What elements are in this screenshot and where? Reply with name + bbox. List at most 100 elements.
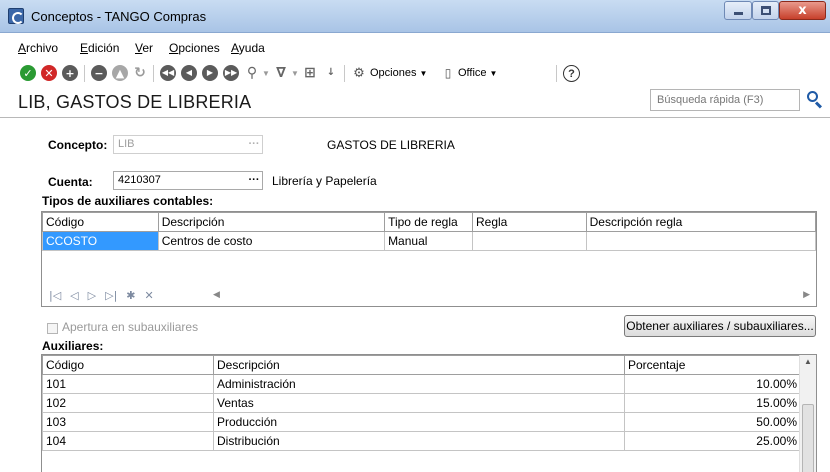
office-menu-button[interactable]: Office ▼ xyxy=(458,67,497,79)
table-cell[interactable]: Administración xyxy=(213,374,625,394)
column-header[interactable]: Código xyxy=(42,355,214,375)
table-cell[interactable] xyxy=(472,231,587,251)
menu-opciones[interactable]: Opciones xyxy=(169,41,220,55)
column-header[interactable]: Tipo de regla xyxy=(384,212,473,232)
menu-ver[interactable]: Ver xyxy=(135,41,153,55)
scrollbar-thumb[interactable] xyxy=(802,404,814,472)
new-record-icon[interactable]: ✱ xyxy=(126,289,135,302)
table-cell[interactable]: 104 xyxy=(42,431,214,451)
column-header[interactable]: Regla xyxy=(472,212,587,232)
cuenta-field[interactable]: 4210307 xyxy=(113,171,263,190)
chevron-down-icon: ▼ xyxy=(419,69,428,78)
menu-archivo[interactable]: Archivo xyxy=(18,41,58,55)
column-header[interactable]: Descripción regla xyxy=(585,212,816,232)
binoculars-icon[interactable]: ⚲ xyxy=(244,65,260,81)
scroll-up-icon[interactable]: ▲ xyxy=(804,357,812,366)
table-row[interactable]: CCOSTO Centros de costo Manual xyxy=(42,231,816,251)
table-cell[interactable] xyxy=(585,231,816,251)
apertura-checkbox xyxy=(47,323,58,334)
table-cell[interactable]: CCOSTO xyxy=(42,231,159,251)
binoculars-dropdown-icon[interactable]: ▼ xyxy=(262,69,270,78)
table-cell[interactable]: Ventas xyxy=(213,393,625,413)
delete-icon[interactable]: ✕ xyxy=(145,289,154,302)
cuenta-lookup-button[interactable]: ··· xyxy=(245,171,263,190)
prev-icon[interactable]: ◁ xyxy=(70,289,78,302)
first-record-icon[interactable]: ◀◀ xyxy=(160,65,176,81)
toolbar-separator xyxy=(344,65,345,82)
table-row[interactable]: 103 Producción 50.00% xyxy=(42,412,801,432)
table-header-row: Código Descripción Porcentaje xyxy=(42,355,801,375)
filter-icon[interactable]: ∇ xyxy=(273,65,289,81)
auxiliares-table: Código Descripción Porcentaje 101 Admini… xyxy=(42,355,801,451)
concepto-lookup-button: ··· xyxy=(248,138,260,150)
minimize-button[interactable] xyxy=(724,1,752,20)
first-icon[interactable]: |◁ xyxy=(49,289,61,302)
next-record-icon[interactable]: ▶ xyxy=(202,65,218,81)
up-icon[interactable]: ▲ xyxy=(112,65,128,81)
scroll-right-icon[interactable]: ▶ xyxy=(803,289,810,300)
table-cell[interactable]: Distribución xyxy=(213,431,625,451)
remove-icon[interactable]: − xyxy=(91,65,107,81)
next-icon[interactable]: ▷ xyxy=(88,289,96,302)
table-cell[interactable]: 50.00% xyxy=(624,412,801,432)
scroll-left-icon[interactable]: ◀ xyxy=(213,289,220,300)
table-cell[interactable]: Centros de costo xyxy=(157,231,386,251)
table-cell[interactable]: 15.00% xyxy=(624,393,801,413)
close-button[interactable]: x xyxy=(779,1,826,20)
last-icon[interactable]: ▷| xyxy=(105,289,117,302)
grid-icon[interactable]: ⊞ xyxy=(302,65,318,81)
table-cell[interactable]: 10.00% xyxy=(624,374,801,394)
concepto-description: GASTOS DE LIBRERIA xyxy=(327,138,455,152)
accept-icon[interactable]: ✓ xyxy=(20,65,36,81)
concepto-label: Concepto: xyxy=(48,138,108,152)
table-cell[interactable]: Producción xyxy=(213,412,625,432)
options-gear-icon[interactable]: ⚙ xyxy=(351,65,367,81)
form-area: Concepto: LIB ··· GASTOS DE LIBRERIA Cue… xyxy=(0,117,830,472)
toolbar-separator xyxy=(153,65,154,82)
obtener-auxiliares-button[interactable]: Obtener auxiliares / subauxiliares... xyxy=(624,315,816,337)
window-title: Conceptos - TANGO Compras xyxy=(31,9,207,24)
cancel-icon[interactable]: ✕ xyxy=(41,65,57,81)
options-label: Opciones xyxy=(370,67,417,79)
search-input[interactable]: Búsqueda rápida (F3) xyxy=(650,89,800,111)
concepto-code-field: LIB xyxy=(113,135,263,154)
chevron-down-icon: ▼ xyxy=(489,69,498,78)
search-handle xyxy=(814,101,823,109)
apertura-label: Apertura en subauxiliares xyxy=(62,320,199,334)
filter-dropdown-icon[interactable]: ▼ xyxy=(291,69,299,78)
table-cell[interactable]: 101 xyxy=(42,374,214,394)
column-header[interactable]: Descripción xyxy=(213,355,625,375)
table-cell[interactable]: 102 xyxy=(42,393,214,413)
menu-edicion[interactable]: Edición xyxy=(80,41,119,55)
sort-icon[interactable]: ↓ xyxy=(323,65,339,81)
toolbar-separator xyxy=(556,65,557,82)
column-header[interactable]: Código xyxy=(42,212,159,232)
app-icon xyxy=(8,8,24,24)
menu-ayuda[interactable]: Ayuda xyxy=(231,41,265,55)
cuenta-label: Cuenta: xyxy=(48,175,93,189)
refresh-icon[interactable]: ↻ xyxy=(132,65,148,81)
previous-record-icon[interactable]: ◀ xyxy=(181,65,197,81)
menu-bar: Archivo Edición Ver Opciones Ayuda xyxy=(0,38,830,58)
table-cell[interactable]: 103 xyxy=(42,412,214,432)
add-icon[interactable]: + xyxy=(62,65,78,81)
toolbar: ✓ ✕ + − ▲ ↻ ◀◀ ◀ ▶ ▶▶ ⚲ ▼ ∇ ▼ ⊞ ↓ ⚙ Opci… xyxy=(0,60,830,86)
table-row[interactable]: 101 Administración 10.00% xyxy=(42,374,801,394)
search-icon[interactable] xyxy=(804,89,826,111)
table-row[interactable]: 102 Ventas 15.00% xyxy=(42,393,801,413)
help-icon[interactable]: ? xyxy=(563,65,580,82)
maximize-icon xyxy=(760,6,771,15)
column-header[interactable]: Porcentaje xyxy=(624,355,801,375)
toolbar-separator xyxy=(84,65,85,82)
table-cell[interactable]: Manual xyxy=(384,231,473,251)
vertical-scrollbar[interactable]: ▲ xyxy=(799,355,816,472)
table-row[interactable]: 104 Distribución 25.00% xyxy=(42,431,801,451)
auxiliares-grid: Código Descripción Porcentaje 101 Admini… xyxy=(41,354,817,472)
maximize-button[interactable] xyxy=(752,1,779,20)
table-cell[interactable]: 25.00% xyxy=(624,431,801,451)
table-header-row: Código Descripción Tipo de regla Regla D… xyxy=(42,212,816,232)
last-record-icon[interactable]: ▶▶ xyxy=(223,65,239,81)
office-icon[interactable]: ▯ xyxy=(440,65,456,81)
options-menu-button[interactable]: Opciones ▼ xyxy=(370,67,427,79)
column-header[interactable]: Descripción xyxy=(157,212,386,232)
